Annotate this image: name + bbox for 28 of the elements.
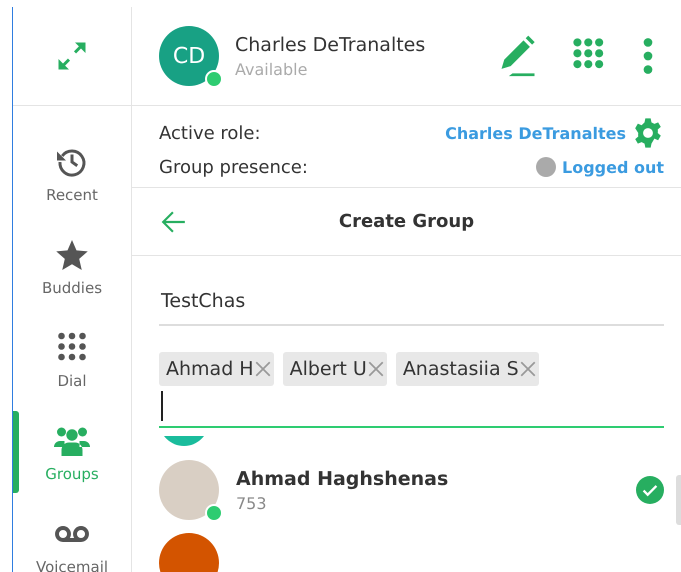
nav-item[interactable]: Recent <box>13 144 131 237</box>
avatar-initials: CD <box>172 44 206 68</box>
check-icon[interactable] <box>636 476 664 504</box>
close-icon[interactable] <box>254 360 272 378</box>
presence-link[interactable]: Logged out <box>562 158 664 176</box>
role-link[interactable]: Charles DeTranaltes <box>445 124 626 142</box>
more-icon[interactable] <box>642 37 654 75</box>
presence-dot <box>205 70 223 88</box>
scrollbar-thumb[interactable] <box>676 475 681 525</box>
nav-item[interactable]: Dial <box>13 330 131 423</box>
presence-dot <box>536 157 556 177</box>
close-icon[interactable] <box>366 360 385 378</box>
contact-name: Ahmad Haghshenas <box>236 468 450 490</box>
contact-row[interactable]: Ahmad Haghshenas 753 <box>132 450 673 530</box>
contact-extension: 753 <box>236 494 268 512</box>
role-label: Active role: <box>159 122 261 144</box>
user-name: Charles DeTranaltes <box>235 34 426 56</box>
page-title: Create Group <box>338 211 476 232</box>
nav-item[interactable]: Buddies <box>13 237 131 330</box>
presence-label: Group presence: <box>159 156 308 178</box>
member-name: Albert U <box>290 358 367 380</box>
status-text: Available <box>235 60 308 78</box>
member-name: Anastasiia S <box>402 358 519 380</box>
close-icon[interactable] <box>518 360 537 378</box>
nav-item[interactable]: Voicemail <box>13 516 131 572</box>
member-name: Ahmad H <box>166 358 254 380</box>
group-name-field[interactable]: TestChas <box>159 286 664 326</box>
presence-dot <box>205 504 223 522</box>
